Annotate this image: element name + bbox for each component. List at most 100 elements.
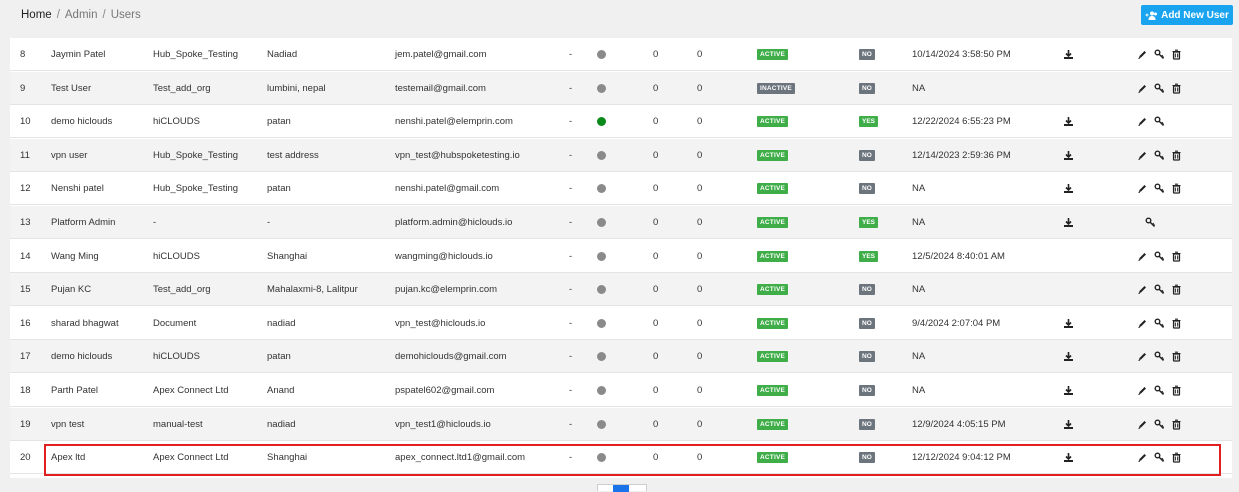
flag-badge: NO	[859, 351, 875, 363]
add-new-user-button[interactable]: Add New User	[1141, 5, 1233, 25]
delete-icon[interactable]	[1171, 318, 1182, 329]
offline-status-dot	[597, 285, 606, 295]
edit-icon[interactable]	[1137, 419, 1148, 430]
last-login: NA	[912, 183, 926, 195]
download-icon[interactable]	[1063, 183, 1074, 194]
key-icon[interactable]	[1154, 150, 1165, 161]
key-icon[interactable]	[1154, 251, 1165, 262]
online-status-dot	[597, 117, 606, 127]
download-icon[interactable]	[1063, 385, 1074, 396]
edit-icon[interactable]	[1137, 150, 1148, 161]
breadcrumb-home[interactable]: Home	[21, 9, 52, 21]
download-icon[interactable]	[1063, 150, 1074, 161]
key-icon[interactable]	[1154, 419, 1165, 430]
row-id: 16	[20, 317, 31, 329]
count-value: 0	[653, 49, 659, 60]
user-name: vpn test	[51, 418, 85, 430]
key-icon[interactable]	[1154, 49, 1165, 60]
key-icon[interactable]	[1154, 83, 1165, 94]
status-badge: ACTIVE	[757, 452, 789, 464]
edit-icon[interactable]	[1137, 183, 1148, 194]
user-organization: hiCLOUDS	[153, 250, 200, 262]
edit-icon[interactable]	[1137, 116, 1148, 127]
user-address: nadiad	[267, 418, 296, 430]
table-row[interactable]: 17 demo hiclouds hiCLOUDS patan demohiclouds…	[10, 340, 1232, 374]
user-organization: Test_add_org	[153, 284, 211, 296]
table-row[interactable]: 14 Wang Ming hiCLOUDS Shanghai wangming@hicl…	[10, 239, 1232, 273]
offline-status-dot	[597, 386, 606, 395]
delete-icon[interactable]	[1171, 83, 1182, 94]
table-row[interactable]: 16 sharad bhagwat Document nadiad vpn_test@h…	[10, 306, 1232, 340]
user-address: Shanghai	[267, 250, 308, 262]
delete-icon[interactable]	[1171, 251, 1182, 262]
status-badge: ACTIVE	[757, 250, 789, 262]
user-name: sharad bhagwat	[51, 317, 119, 329]
edit-icon[interactable]	[1137, 452, 1148, 463]
user-email: pspatel602@gmail.com	[395, 385, 495, 396]
count-value: 0	[653, 452, 659, 464]
user-name: Test User	[51, 82, 92, 94]
key-icon[interactable]	[1154, 284, 1165, 295]
key-icon[interactable]	[1145, 217, 1156, 228]
key-icon[interactable]	[1154, 385, 1165, 396]
edit-icon[interactable]	[1137, 351, 1148, 362]
user-name: Parth Patel	[51, 385, 98, 396]
flag-badge: NO	[859, 452, 875, 464]
table-row[interactable]: 15 Pujan KC Test_add_org Mahalaxmi-8, Lalit…	[10, 273, 1232, 307]
delete-icon[interactable]	[1171, 183, 1182, 194]
download-icon[interactable]	[1063, 419, 1074, 430]
download-icon[interactable]	[1063, 351, 1074, 362]
table-row[interactable]: 12 Nenshi patel Hub_Spoke_Testing patan nens…	[10, 172, 1232, 206]
delete-icon[interactable]	[1171, 49, 1182, 60]
key-icon[interactable]	[1154, 183, 1165, 194]
download-icon[interactable]	[1063, 116, 1074, 127]
breadcrumb-admin[interactable]: Admin	[65, 9, 98, 21]
breadcrumb: Home / Admin / Users	[21, 9, 141, 21]
table-row[interactable]: 11 vpn user Hub_Spoke_Testing test address v…	[10, 138, 1232, 172]
user-address: nadiad	[267, 317, 296, 329]
count-value: 0	[653, 250, 659, 262]
user-email: platform.admin@hiclouds.io	[395, 217, 513, 228]
table-row[interactable]: 8 Jaymin Patel Hub_Spoke_Testing Nadiad jem.…	[10, 38, 1232, 71]
edit-icon[interactable]	[1137, 318, 1148, 329]
row-id: 11	[20, 149, 30, 161]
table-row[interactable]: 20 Apex ltd Apex Connect Ltd Shanghai apex_c…	[10, 441, 1232, 475]
flag-badge: NO	[859, 149, 875, 161]
delete-icon[interactable]	[1171, 284, 1182, 295]
download-icon[interactable]	[1063, 318, 1074, 329]
placeholder-dash: -	[569, 49, 573, 60]
key-icon[interactable]	[1154, 318, 1165, 329]
count-value: 0	[653, 317, 659, 329]
key-icon[interactable]	[1154, 351, 1165, 362]
user-address: patan	[267, 351, 291, 363]
table-row[interactable]: 9 Test User Test_add_org lumbini, nepal test…	[10, 71, 1232, 105]
table-row[interactable]: 19 vpn test manual-test nadiad vpn_test1@hic…	[10, 407, 1232, 441]
delete-icon[interactable]	[1171, 150, 1182, 161]
row-id: 17	[20, 351, 31, 363]
pagination	[597, 484, 647, 492]
download-icon[interactable]	[1063, 452, 1074, 463]
edit-icon[interactable]	[1137, 385, 1148, 396]
edit-icon[interactable]	[1137, 49, 1148, 60]
edit-icon[interactable]	[1137, 83, 1148, 94]
table-row[interactable]: 13 Platform Admin - - platform.admin@hicloud…	[10, 206, 1232, 239]
flag-badge: NO	[859, 385, 875, 396]
delete-icon[interactable]	[1171, 385, 1182, 396]
download-icon[interactable]	[1063, 49, 1074, 60]
user-organization: Hub_Spoke_Testing	[153, 183, 239, 195]
breadcrumb-separator: /	[102, 9, 106, 21]
edit-icon[interactable]	[1137, 251, 1148, 262]
table-row[interactable]: 18 Parth Patel Apex Connect Ltd Anand pspate…	[10, 374, 1232, 407]
download-icon[interactable]	[1063, 217, 1074, 228]
delete-icon[interactable]	[1171, 419, 1182, 430]
placeholder-dash: -	[569, 116, 573, 128]
key-icon[interactable]	[1154, 452, 1165, 463]
offline-status-dot	[597, 453, 606, 463]
delete-icon[interactable]	[1171, 452, 1182, 463]
row-id: 15	[20, 284, 31, 296]
table-row[interactable]: 10 demo hiclouds hiCLOUDS patan nenshi.patel…	[10, 105, 1232, 139]
delete-icon[interactable]	[1171, 351, 1182, 362]
edit-icon[interactable]	[1137, 284, 1148, 295]
key-icon[interactable]	[1154, 116, 1165, 127]
flag-badge: YES	[859, 116, 879, 128]
